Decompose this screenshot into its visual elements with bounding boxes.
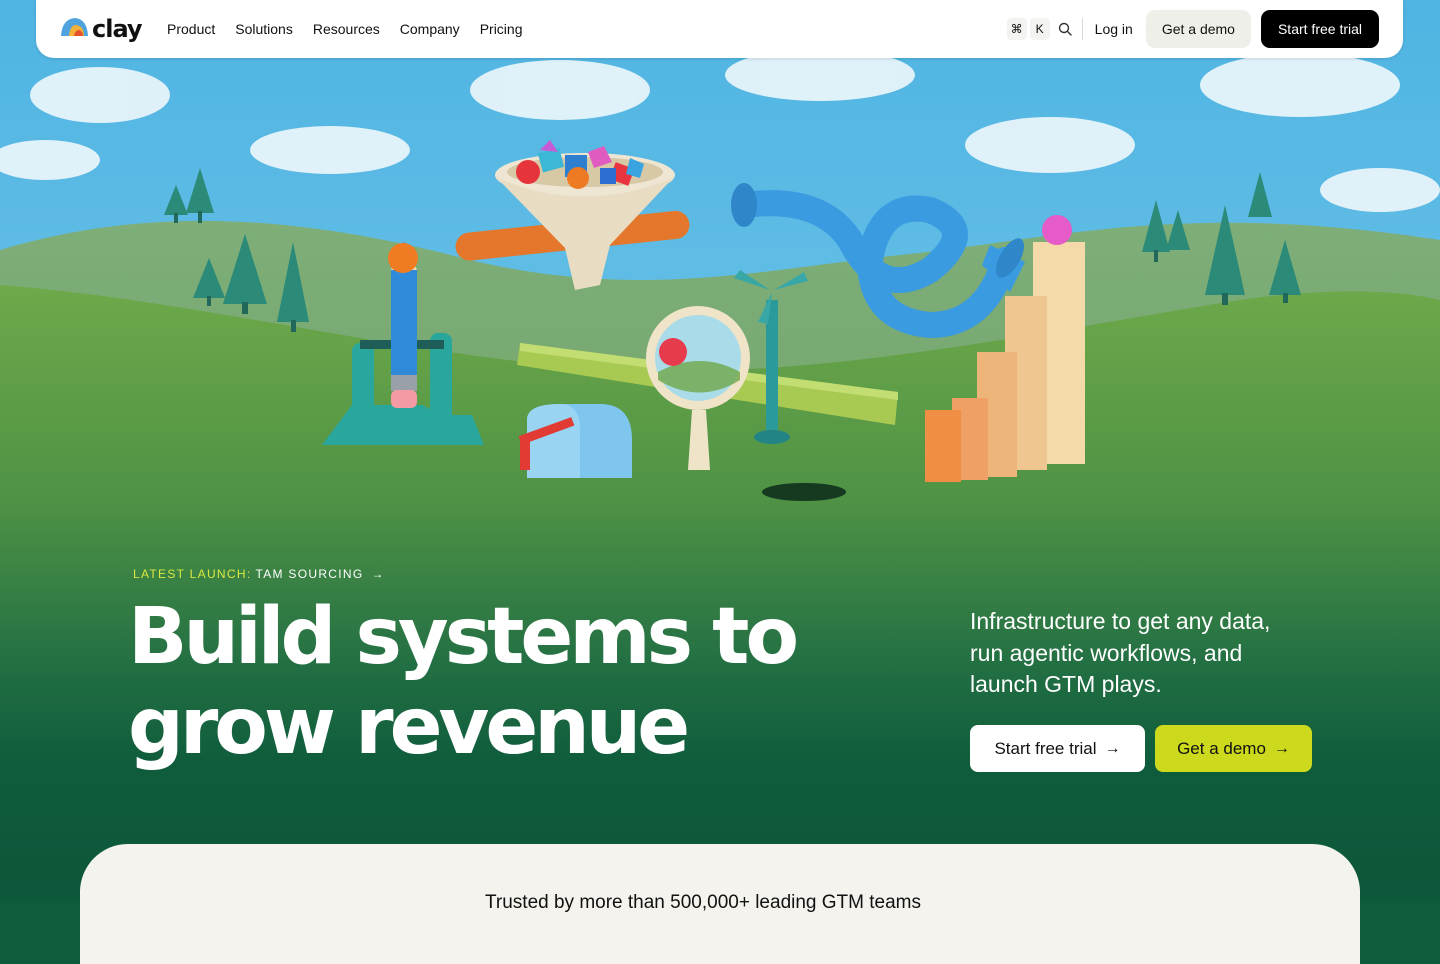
logo-wordmark: clay [92, 15, 143, 43]
shortcut-key-k[interactable]: K [1029, 18, 1050, 40]
latest-launch-link[interactable]: LATEST LAUNCH: TAM SOURCING → [133, 567, 385, 581]
nav-actions: ⌘ K Log in Get a demo Start free trial [1004, 0, 1379, 58]
login-link[interactable]: Log in [1095, 21, 1133, 37]
trust-text: Trusted by more than 500,000+ leading GT… [485, 892, 921, 913]
arrow-right-icon: → [1104, 739, 1121, 757]
launch-label: LATEST LAUNCH: [133, 567, 252, 581]
nav-links: Product Solutions Resources Company Pric… [167, 0, 522, 58]
arrow-right-icon: → [371, 567, 385, 581]
nav-link-product[interactable]: Product [167, 21, 215, 37]
nav-link-pricing[interactable]: Pricing [480, 21, 523, 37]
launch-title: TAM SOURCING [255, 567, 364, 581]
nav-link-resources[interactable]: Resources [313, 21, 380, 37]
clay-logo[interactable]: clay [60, 12, 143, 46]
hero-start-trial-button[interactable]: Start free trial → [970, 725, 1145, 772]
arrow-right-icon: → [1273, 739, 1290, 757]
hero-subtext: Infrastructure to get any data, run agen… [970, 608, 1271, 697]
trust-section: Trusted by more than 500,000+ leading GT… [80, 844, 1360, 964]
nav-link-solutions[interactable]: Solutions [235, 21, 293, 37]
shortcut-key-cmd[interactable]: ⌘ [1006, 18, 1027, 40]
search-icon[interactable] [1054, 18, 1076, 40]
nav-get-demo-button[interactable]: Get a demo [1145, 10, 1251, 48]
hero-get-demo-button[interactable]: Get a demo → [1155, 725, 1312, 772]
nav-start-trial-button[interactable]: Start free trial [1260, 10, 1379, 48]
headline-line-1: Build systems to [128, 592, 799, 682]
nav-link-company[interactable]: Company [400, 21, 460, 37]
hero-get-demo-label: Get a demo [1177, 738, 1266, 758]
hero-start-trial-label: Start free trial [994, 738, 1097, 758]
top-nav: clay Product Solutions Resources Company… [36, 0, 1403, 58]
clay-logo-icon [60, 16, 90, 43]
hero-headline: Build systems to grow revenue [128, 592, 799, 772]
nav-divider [1081, 18, 1083, 40]
headline-line-2: grow revenue [128, 682, 690, 772]
